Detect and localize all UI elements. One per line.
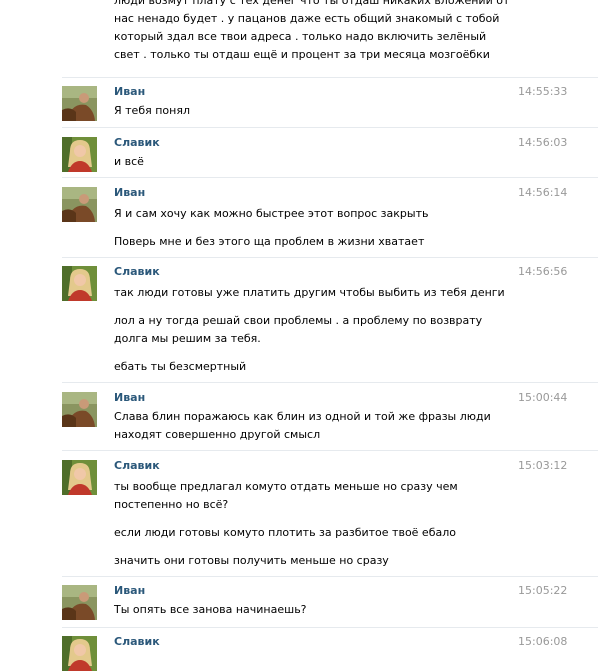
- message-time[interactable]: 15:00:44: [518, 391, 567, 405]
- avatar-slavik-icon: [62, 266, 97, 301]
- message-time[interactable]: 14:56:03: [518, 136, 567, 150]
- avatar-ivan[interactable]: [62, 86, 97, 121]
- avatar-slavik[interactable]: [62, 636, 97, 671]
- message-author[interactable]: Славик: [114, 459, 160, 473]
- avatar-ivan[interactable]: [62, 585, 97, 620]
- message-author[interactable]: Славик: [114, 136, 160, 150]
- message-line: постепенно но всё?: [114, 498, 229, 511]
- avatar-ivan-icon: [62, 187, 97, 222]
- message-author[interactable]: Иван: [114, 584, 145, 598]
- avatar-slavik-icon: [62, 636, 97, 671]
- message-line: нас ненадо будет . у пацанов даже есть о…: [114, 12, 500, 25]
- avatar-slavik[interactable]: [62, 266, 97, 301]
- avatar-ivan[interactable]: [62, 392, 97, 427]
- message-line: ты вообще предлагал комуто отдать меньше…: [114, 480, 458, 493]
- message-line: который здал все твои адреса . только на…: [114, 30, 487, 43]
- message-line: так люди готовы уже платить другим чтобы…: [114, 286, 505, 299]
- message-author[interactable]: Иван: [114, 85, 145, 99]
- message-separator: [62, 177, 598, 178]
- message-time[interactable]: 15:06:08: [518, 635, 567, 649]
- avatar-slavik-icon: [62, 460, 97, 495]
- avatar-ivan[interactable]: [62, 187, 97, 222]
- message-line: Слава блин поражаюсь как блин из одной и…: [114, 410, 491, 423]
- avatar-ivan-icon: [62, 86, 97, 121]
- message-line: если люди готовы комуто плотить за разби…: [114, 526, 456, 539]
- message-line: лол а ну тогда решай свои проблемы . а п…: [114, 314, 483, 327]
- message-line: Ты опять все занова начинаешь?: [114, 603, 307, 616]
- avatar-slavik-icon: [62, 137, 97, 172]
- message-time[interactable]: 14:55:33: [518, 85, 567, 99]
- message-separator: [62, 127, 598, 128]
- message-time[interactable]: 15:05:22: [518, 584, 567, 598]
- message-time[interactable]: 14:56:14: [518, 186, 567, 200]
- message-author[interactable]: Славик: [114, 265, 160, 279]
- avatar-slavik[interactable]: [62, 460, 97, 495]
- avatar-slavik[interactable]: [62, 137, 97, 172]
- avatar-ivan-icon: [62, 585, 97, 620]
- message-separator: [62, 450, 598, 451]
- message-line: Я тебя понял: [114, 104, 190, 117]
- avatar-ivan-icon: [62, 392, 97, 427]
- message-separator: [62, 627, 598, 628]
- message-line: люди возмут плату с тех денег что ты отд…: [114, 0, 510, 7]
- message-line: Я и сам хочу как можно быстрее этот вопр…: [114, 207, 429, 220]
- message-author[interactable]: Иван: [114, 186, 145, 200]
- message-text-continued: люди возмут плату с тех денег что ты отд…: [114, 0, 514, 64]
- message-line: Поверь мне и без этого ща проблем в жизн…: [114, 235, 425, 248]
- message-separator: [62, 257, 598, 258]
- message-author[interactable]: Иван: [114, 391, 145, 405]
- message-time[interactable]: 15:03:12: [518, 459, 567, 473]
- message-author[interactable]: Славик: [114, 635, 160, 649]
- message-line: свет . только ты отдаш ещё и процент за …: [114, 48, 490, 61]
- message-line: значить они готовы получить меньше но ср…: [114, 554, 389, 567]
- message-line: долга мы решим за тебя.: [114, 332, 261, 345]
- message-line: ебать ты безсмертный: [114, 360, 247, 373]
- message-time[interactable]: 14:56:56: [518, 265, 567, 279]
- message-separator: [62, 382, 598, 383]
- message-separator: [62, 77, 598, 78]
- message-separator: [62, 576, 598, 577]
- message-line: находят совершенно другой смысл: [114, 428, 321, 441]
- message-line: и всё: [114, 155, 144, 168]
- chat-history: люди возмут плату с тех денег что ты отд…: [0, 0, 611, 671]
